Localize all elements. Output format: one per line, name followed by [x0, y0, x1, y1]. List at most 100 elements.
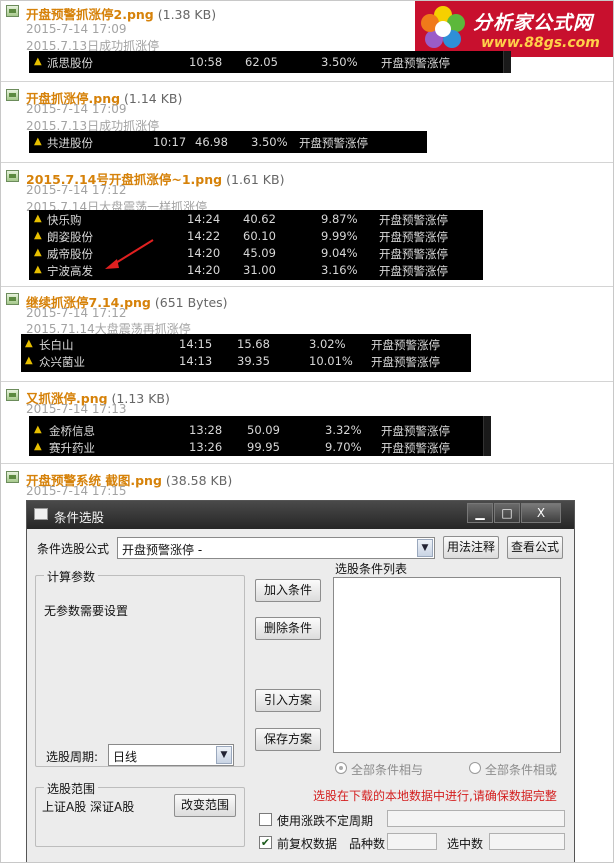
divider	[1, 381, 613, 382]
attachment-date: 2015-7-14 17:09	[26, 22, 127, 36]
quote-row: ▲ 长白山 14:15 15.68 3.02% 开盘预警涨停	[21, 336, 471, 353]
attachment-title: 开盘预警抓涨停2.png (1.38 KB)	[26, 4, 216, 23]
view-formula-button[interactable]: 查看公式	[507, 536, 563, 559]
attachment-date: 2015-7-14 17:12	[26, 183, 127, 197]
logo-url: www.88gs.com	[481, 35, 600, 51]
quote-note: 开盘预警涨停	[379, 247, 448, 261]
condition-list[interactable]	[333, 577, 561, 753]
quote-stock: 金桥信息	[49, 424, 95, 438]
dialog-title: 条件选股	[54, 510, 105, 525]
period-label: 选股周期:	[46, 750, 99, 764]
quote-percent: 9.04%	[321, 246, 358, 260]
site-logo: 分析家公式网 www.88gs.com	[415, 1, 613, 57]
change-range-button[interactable]: 改变范围	[174, 794, 236, 817]
flower-logo-icon	[421, 6, 465, 48]
add-condition-button[interactable]: 加入条件	[255, 579, 321, 602]
quote-note: 开盘预警涨停	[381, 441, 450, 455]
quote-time: 14:20	[187, 246, 221, 260]
attachment-link[interactable]: 开盘预警抓涨停2.png	[26, 7, 154, 22]
divider	[1, 81, 613, 82]
quote-screenshot: ▲ 长白山 14:15 15.68 3.02% 开盘预警涨停 ▲ 众兴菌业 14…	[21, 334, 471, 372]
unfixed-period-checkbox[interactable]	[259, 813, 272, 826]
quote-row: ▲ 赛升药业 13:26 99.95 9.70% 开盘预警涨停	[29, 439, 491, 456]
minimize-icon[interactable]: ▁	[467, 503, 493, 523]
attachment-size: (38.58 KB)	[165, 473, 233, 488]
usage-notes-button[interactable]: 用法注释	[443, 536, 499, 559]
quote-time: 14:20	[187, 263, 221, 277]
quote-stock: 派思股份	[47, 56, 93, 70]
attachment-size: (651 Bytes)	[154, 295, 228, 310]
import-plan-button[interactable]: 引入方案	[255, 689, 321, 712]
quote-price: 46.98	[195, 135, 228, 149]
dialog-titlebar[interactable]: 条件选股 ▁ □ X	[27, 501, 574, 529]
period-select[interactable]: 日线 ▼	[108, 744, 234, 766]
quote-stock: 威帝股份	[47, 247, 93, 261]
quote-screenshot: ▲ 派思股份 10:58 62.05 3.50% 开盘预警涨停	[29, 51, 511, 73]
image-file-icon	[6, 471, 19, 483]
quote-note: 开盘预警涨停	[299, 136, 368, 150]
quote-row: ▲ 威帝股份 14:20 45.09 9.04% 开盘预警涨停	[29, 245, 483, 262]
count-field	[387, 833, 437, 850]
range-group-title: 选股范围	[44, 780, 99, 797]
chevron-down-icon[interactable]: ▼	[417, 539, 433, 557]
save-plan-button[interactable]: 保存方案	[255, 728, 321, 751]
quote-price: 39.35	[237, 354, 270, 368]
chevron-down-icon[interactable]: ▼	[216, 746, 232, 764]
divider	[1, 162, 613, 163]
quote-time: 14:13	[179, 354, 213, 368]
radio-or[interactable]	[469, 762, 481, 774]
quote-scrollbar	[503, 51, 511, 73]
formula-select-value: 开盘预警涨停 -	[122, 543, 203, 557]
forward-adjust-checkbox[interactable]: ✔	[259, 836, 272, 849]
count-label: 品种数	[349, 837, 386, 851]
quote-price: 62.05	[245, 55, 278, 69]
formula-select[interactable]: 开盘预警涨停 - ▼	[117, 537, 435, 559]
range-group: 选股范围 上证A股 深证A股 改变范围	[35, 780, 245, 847]
image-file-icon	[6, 389, 19, 401]
quote-row: ▲ 金桥信息 13:28 50.09 3.32% 开盘预警涨停	[29, 422, 491, 439]
condition-list-label: 选股条件列表	[335, 562, 408, 576]
attachment-date: 2015-7-14 17:12	[26, 306, 127, 320]
logo-title: 分析家公式网	[473, 12, 594, 34]
quote-stock: 快乐购	[47, 213, 82, 227]
quote-stock: 共进股份	[47, 136, 93, 150]
quote-price: 45.09	[243, 246, 276, 260]
quote-stock: 长白山	[39, 338, 74, 352]
quote-price: 50.09	[247, 423, 280, 437]
quote-time: 14:24	[187, 212, 221, 226]
quote-screenshot: ▲ 金桥信息 13:28 50.09 3.32% 开盘预警涨停 ▲ 赛升药业 1…	[29, 416, 491, 456]
quote-scrollbar	[483, 416, 491, 456]
quote-percent: 9.70%	[325, 440, 362, 454]
attachment-date: 2015-7-14 17:13	[26, 402, 127, 416]
quote-screenshot: ▲ 快乐购 14:24 40.62 9.87% 开盘预警涨停 ▲ 朗姿股份 14…	[29, 210, 483, 280]
image-file-icon	[6, 89, 19, 101]
quote-price: 60.10	[243, 229, 276, 243]
maximize-icon[interactable]: □	[494, 503, 520, 523]
quote-note: 开盘预警涨停	[381, 424, 450, 438]
quote-price: 31.00	[243, 263, 276, 277]
image-file-icon	[6, 293, 19, 305]
unfixed-period-field[interactable]	[387, 810, 565, 827]
radio-and-label: 全部条件相与	[351, 763, 424, 777]
attachment-date: 2015-7-14 17:15	[26, 484, 127, 498]
up-arrow-icon: ▲	[34, 56, 42, 67]
quote-stock: 众兴菌业	[39, 355, 85, 369]
attachment-size: (1.38 KB)	[157, 7, 217, 22]
quote-row: ▲ 共进股份 10:17 46.98 3.50% 开盘预警涨停	[29, 134, 427, 151]
quote-price: 99.95	[247, 440, 280, 454]
up-arrow-icon: ▲	[34, 441, 42, 452]
params-note: 无参数需要设置	[44, 604, 129, 618]
quote-percent: 9.99%	[321, 229, 358, 243]
quote-stock: 赛升药业	[49, 441, 95, 455]
quote-stock: 宁波高发	[47, 264, 93, 278]
quote-row: ▲ 朗姿股份 14:22 60.10 9.99% 开盘预警涨停	[29, 228, 483, 245]
quote-note: 开盘预警涨停	[371, 338, 440, 352]
quote-time: 13:26	[189, 440, 223, 454]
close-button[interactable]: X	[521, 503, 561, 523]
quote-time: 10:17	[153, 135, 187, 149]
delete-condition-button[interactable]: 删除条件	[255, 617, 321, 640]
quote-time: 10:58	[189, 55, 223, 69]
quote-note: 开盘预警涨停	[379, 264, 448, 278]
formula-label: 条件选股公式	[37, 542, 110, 556]
radio-and[interactable]	[335, 762, 347, 774]
